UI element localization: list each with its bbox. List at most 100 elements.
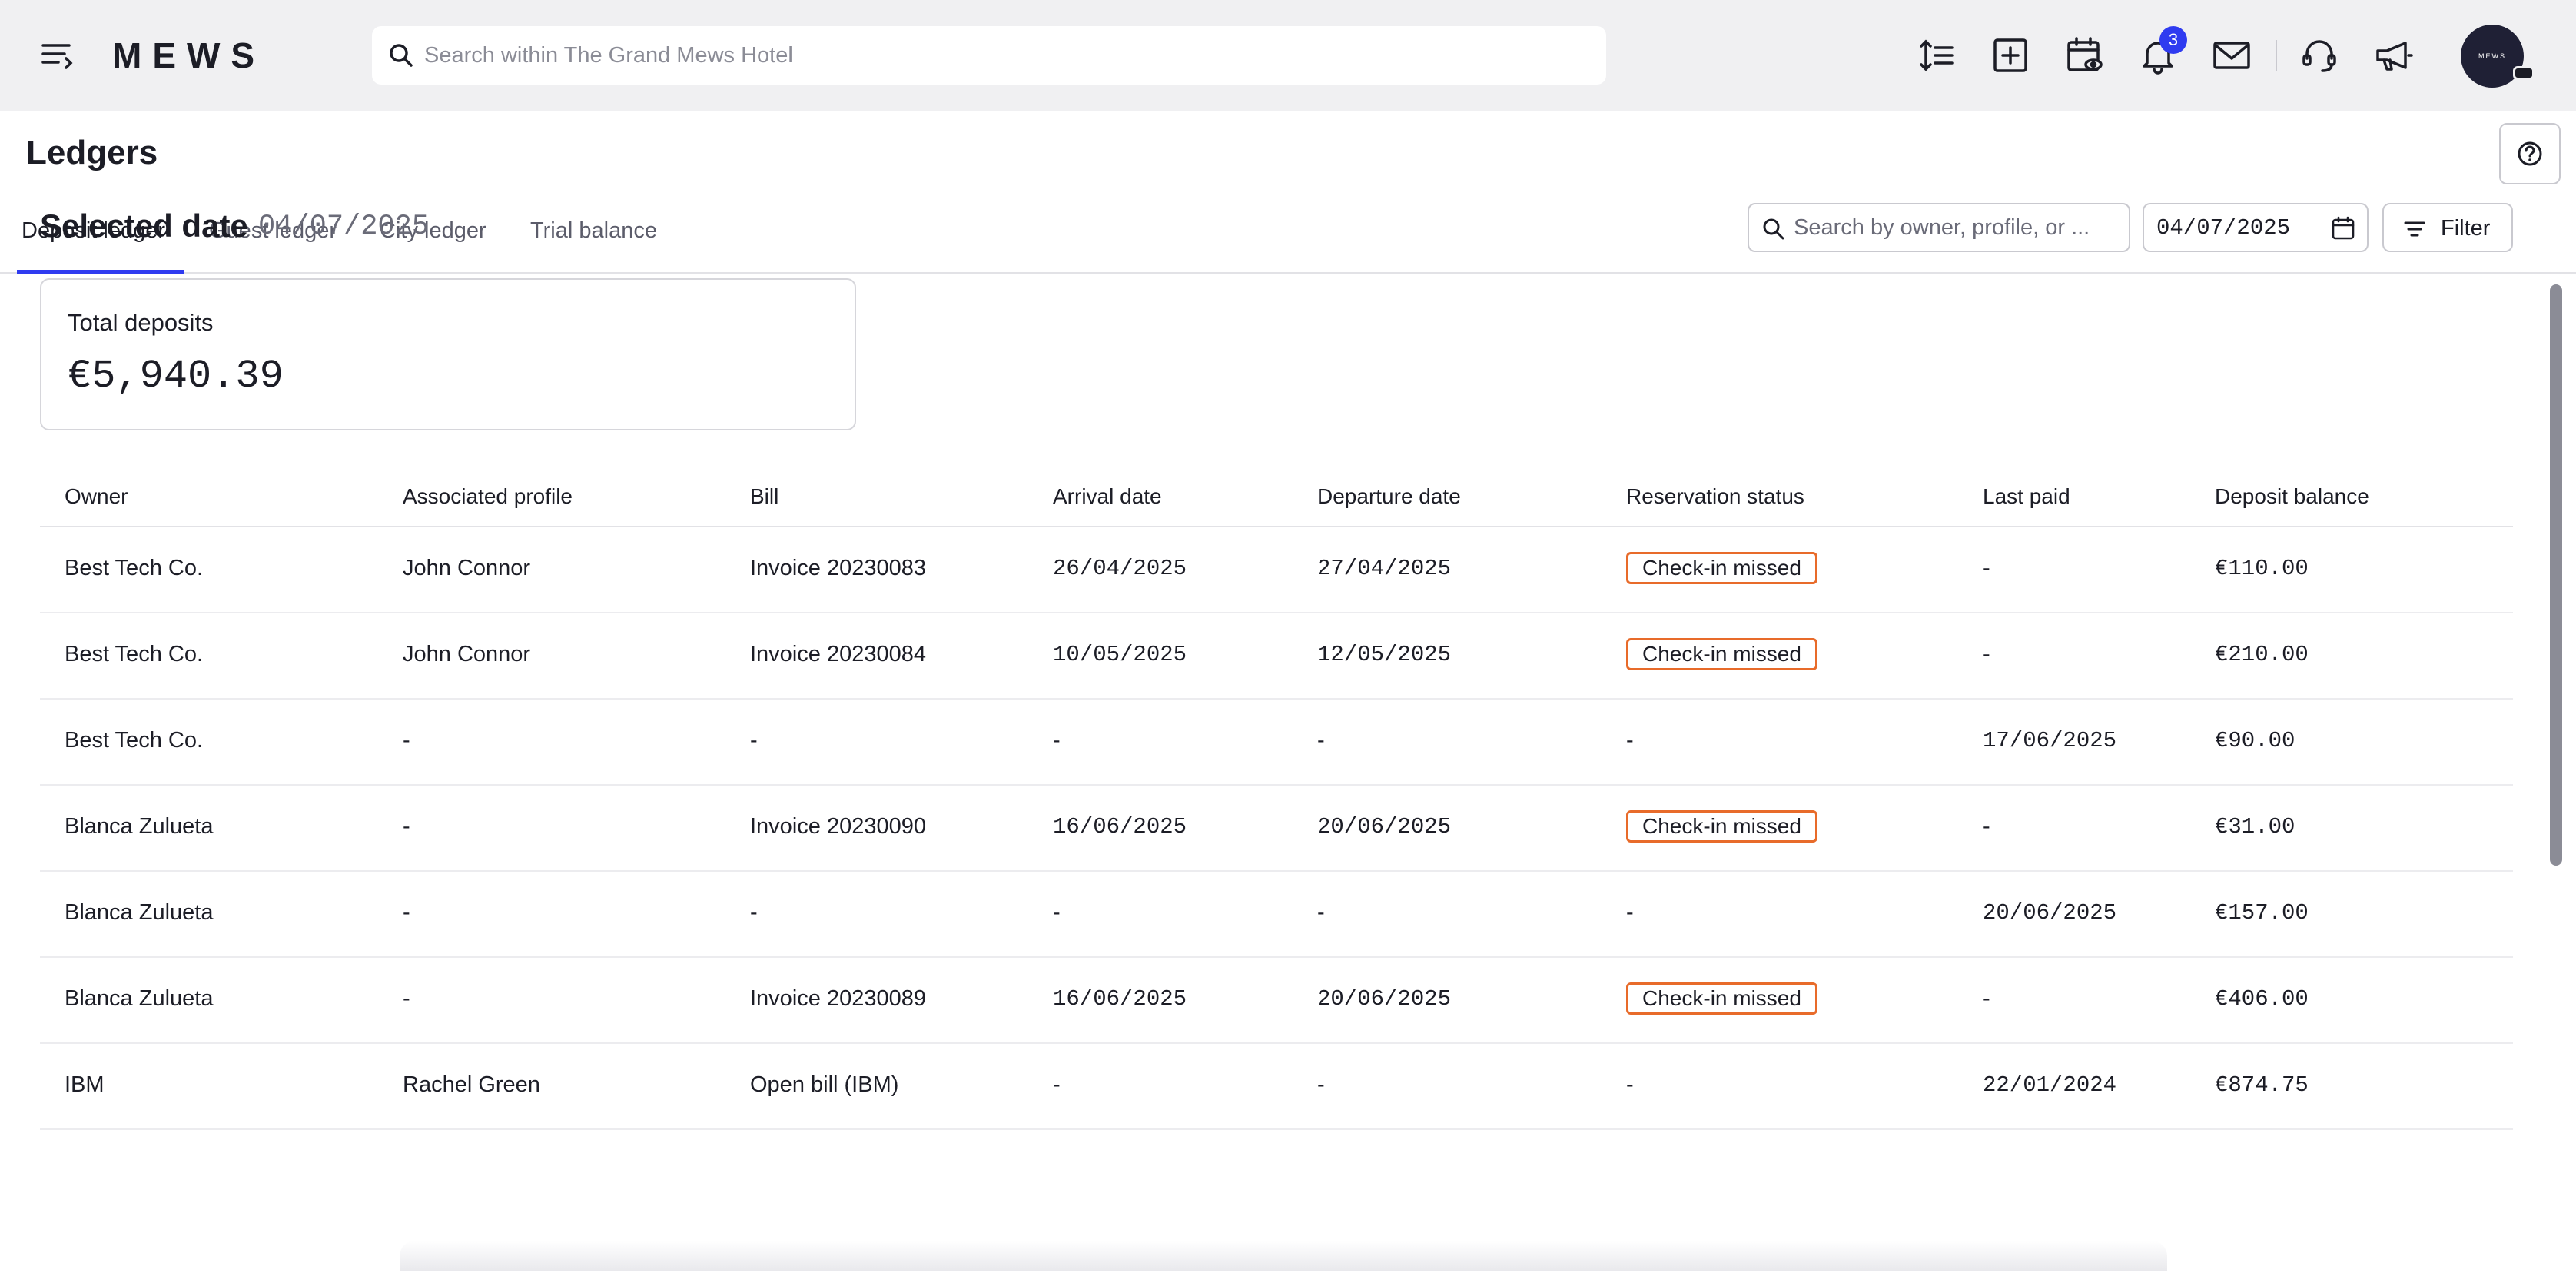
scrollbar[interactable] (2550, 284, 2562, 866)
cell-owner: Blanca Zulueta (65, 814, 214, 839)
status-badge: Check-in missed (1626, 810, 1817, 843)
cell-arrival-date: - (1053, 1072, 1061, 1097)
cell-bill: Invoice 20230084 (750, 642, 926, 666)
cell-last-paid: - (1983, 642, 1990, 666)
top-bar: MEWS 3 MEWS (0, 0, 2576, 111)
cell-associated-profile: - (403, 728, 410, 753)
megaphone-icon[interactable] (2372, 34, 2415, 77)
cell-associated-profile: - (403, 814, 410, 839)
table-row[interactable]: Best Tech Co. - - - - - 17/06/2025 €90.00 (40, 700, 2513, 786)
menu-icon[interactable] (38, 38, 78, 74)
table-row[interactable]: Blanca Zulueta - Invoice 20230090 16/06/202… (40, 786, 2513, 872)
table-row[interactable]: Best Tech Co. John Connor Invoice 20230084… (40, 613, 2513, 700)
table-row[interactable]: Best Tech Co. John Connor Invoice 20230083… (40, 527, 2513, 613)
avatar-status-indicator (2513, 66, 2535, 80)
column-header-associated-profile[interactable]: Associated profile (403, 484, 573, 509)
column-header-bill[interactable]: Bill (750, 484, 778, 509)
cell-owner: Best Tech Co. (65, 728, 204, 753)
cell-arrival-date: - (1053, 900, 1061, 925)
table-row[interactable]: IBM Rachel Green Open bill (IBM) - - - 22/01/2… (40, 1044, 2513, 1130)
table-body: Best Tech Co. John Connor Invoice 20230083… (40, 527, 2513, 1130)
cell-arrival-date: - (1053, 728, 1061, 753)
table-header: Owner Associated profile Bill Arrival da… (40, 469, 2513, 527)
cell-departure-date: 20/06/2025 (1317, 986, 1452, 1012)
global-search-input[interactable] (424, 26, 1577, 85)
headset-icon[interactable] (2298, 34, 2341, 77)
ledger-search-input[interactable] (1794, 204, 2124, 251)
cell-associated-profile: John Connor (403, 556, 531, 580)
cell-owner: Best Tech Co. (65, 556, 204, 580)
date-picker-value: 04/07/2025 (2156, 215, 2291, 241)
cell-arrival-date: 10/05/2025 (1053, 642, 1187, 667)
mail-icon[interactable] (2210, 34, 2253, 77)
cell-deposit-balance: €157.00 (2215, 900, 2309, 926)
cell-associated-profile: John Connor (403, 642, 531, 666)
table-row[interactable]: Blanca Zulueta - Invoice 20230089 16/06/202… (40, 958, 2513, 1044)
filter-button[interactable]: Filter (2382, 203, 2513, 252)
cell-arrival-date: 26/04/2025 (1053, 556, 1187, 581)
toolbar-divider (2276, 40, 2277, 71)
filter-label: Filter (2441, 216, 2491, 241)
cell-associated-profile: - (403, 986, 410, 1011)
cell-arrival-date: 16/06/2025 (1053, 986, 1187, 1012)
total-deposits-value: €5,940.39 (68, 354, 284, 399)
cell-last-paid: 22/01/2024 (1983, 1072, 2117, 1098)
deposit-ledger-table: Owner Associated profile Bill Arrival da… (40, 469, 2513, 1130)
mews-logo[interactable]: MEWS (112, 35, 265, 75)
cell-departure-date: 27/04/2025 (1317, 556, 1452, 581)
cell-bill: Invoice 20230083 (750, 556, 926, 580)
selected-date-value: 04/07/2025 (258, 211, 430, 243)
cell-associated-profile: Rachel Green (403, 1072, 540, 1097)
global-search[interactable] (372, 26, 1606, 85)
cell-last-paid: - (1983, 556, 1990, 580)
date-picker[interactable]: 04/07/2025 (2143, 203, 2369, 252)
table-row[interactable]: Blanca Zulueta - - - - - 20/06/2025 €157.00 (40, 872, 2513, 958)
cell-reservation-status: - (1626, 1072, 1634, 1097)
cell-arrival-date: 16/06/2025 (1053, 814, 1187, 839)
cell-bill: - (750, 900, 758, 925)
cell-departure-date: 20/06/2025 (1317, 814, 1452, 839)
cell-deposit-balance: €90.00 (2215, 728, 2295, 753)
filter-icon (2404, 221, 2425, 237)
cell-last-paid: 20/06/2025 (1983, 900, 2117, 926)
column-header-departure-date[interactable]: Departure date (1317, 484, 1461, 509)
cell-departure-date: - (1317, 728, 1325, 753)
help-button[interactable] (2499, 123, 2561, 184)
column-header-arrival-date[interactable]: Arrival date (1053, 484, 1162, 509)
cell-departure-date: 12/05/2025 (1317, 642, 1452, 667)
column-header-deposit-balance[interactable]: Deposit balance (2215, 484, 2369, 509)
cell-deposit-balance: €31.00 (2215, 814, 2295, 839)
bottom-shadow (400, 1241, 2167, 1271)
search-icon (1763, 218, 1784, 240)
cell-last-paid: 17/06/2025 (1983, 728, 2117, 753)
ledger-search[interactable] (1748, 203, 2130, 252)
cell-deposit-balance: €406.00 (2215, 986, 2309, 1012)
cell-deposit-balance: €210.00 (2215, 642, 2309, 667)
page-title: Ledgers (26, 134, 158, 171)
status-badge: Check-in missed (1626, 552, 1817, 584)
cell-bill: Invoice 20230089 (750, 986, 926, 1011)
status-badge: Check-in missed (1626, 638, 1817, 670)
notification-badge: 3 (2159, 26, 2187, 54)
cell-departure-date: - (1317, 1072, 1325, 1097)
column-header-reservation-status[interactable]: Reservation status (1626, 484, 1804, 509)
cell-owner: Blanca Zulueta (65, 900, 214, 925)
cell-last-paid: - (1983, 986, 1990, 1011)
cell-deposit-balance: €110.00 (2215, 556, 2309, 581)
row-height-icon[interactable] (1915, 34, 1958, 77)
cell-associated-profile: - (403, 900, 410, 925)
calendar-icon[interactable] (2330, 215, 2356, 241)
calendar-view-icon[interactable] (2063, 34, 2106, 77)
selected-date-label: Selected date (40, 208, 248, 244)
cell-deposit-balance: €874.75 (2215, 1072, 2309, 1098)
cell-owner: IBM (65, 1072, 105, 1097)
column-header-last-paid[interactable]: Last paid (1983, 484, 2070, 509)
help-icon (2518, 141, 2542, 166)
tab-trial-balance[interactable]: Trial balance (530, 208, 657, 274)
cell-reservation-status: - (1626, 900, 1634, 925)
column-header-owner[interactable]: Owner (65, 484, 128, 509)
status-badge: Check-in missed (1626, 982, 1817, 1015)
cell-last-paid: - (1983, 814, 1990, 839)
cell-bill: - (750, 728, 758, 753)
add-icon[interactable] (1989, 34, 2032, 77)
